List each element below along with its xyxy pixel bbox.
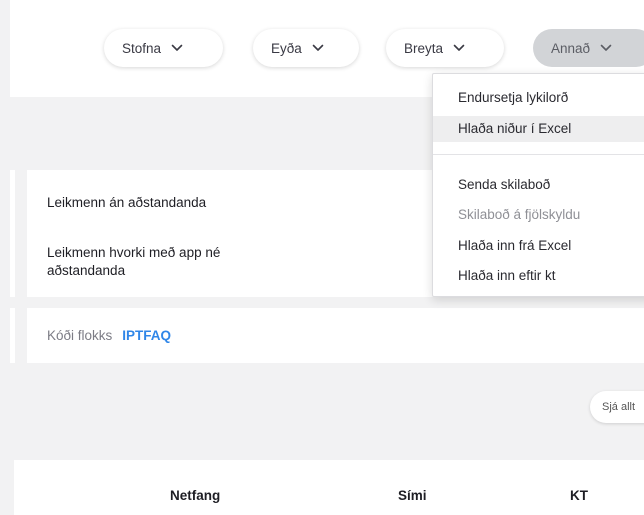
table-header — [14, 460, 644, 515]
group-code-value: IPTFAQ — [122, 328, 172, 343]
menu-item-upload-excel[interactable]: Hlaða inn frá Excel — [433, 233, 644, 259]
create-label: Stofna — [122, 40, 162, 56]
chevron-down-icon — [312, 44, 324, 51]
create-dropdown-button[interactable]: Stofna — [104, 29, 223, 67]
menu-divider — [433, 154, 644, 155]
delete-dropdown-button[interactable]: Eyða — [253, 29, 359, 67]
menu-item-family-message: Skilaboð á fjölskyldu — [458, 207, 581, 222]
column-header-email[interactable]: Netfang — [170, 488, 220, 503]
card-edge — [10, 170, 15, 297]
menu-item-reset-password[interactable]: Endursetja lykilorð — [433, 85, 644, 111]
column-header-kt[interactable]: KT — [570, 488, 588, 503]
column-header-phone[interactable]: Sími — [398, 488, 427, 503]
menu-item-send-message[interactable]: Senda skilaboð — [433, 172, 644, 198]
delete-label: Eyða — [271, 40, 302, 56]
edit-dropdown-button[interactable]: Breyta — [386, 29, 504, 67]
no-app-no-guardian-link[interactable]: Leikmenn hvorki með app né aðstandanda — [47, 244, 297, 280]
no-guardian-link[interactable]: Leikmenn án aðstandanda — [47, 194, 206, 212]
edit-label: Breyta — [404, 40, 444, 56]
other-dropdown-menu: Endursetja lykilorð Hlaða niður í Excel … — [432, 73, 644, 297]
chevron-down-icon — [453, 44, 465, 51]
other-dropdown-button[interactable]: Annað — [533, 29, 644, 67]
see-all-button[interactable]: Sjá allt — [590, 391, 644, 423]
menu-item-download-excel[interactable]: Hlaða niður í Excel — [433, 116, 644, 142]
other-label: Annað — [551, 40, 591, 56]
menu-item-upload-by-kt[interactable]: Hlaða inn eftir kt — [433, 263, 644, 289]
chevron-down-icon — [171, 44, 183, 51]
chevron-down-icon — [600, 44, 612, 51]
group-code-row: Kóði flokks IPTFAQ — [47, 327, 171, 345]
group-code-label: Kóði flokks — [47, 328, 113, 343]
card-edge — [10, 308, 15, 363]
